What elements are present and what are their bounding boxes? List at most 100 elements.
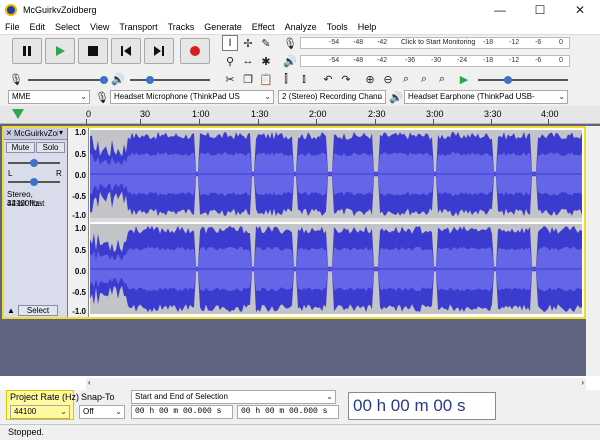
ruler-label: 0.5 [74, 246, 86, 255]
play-at-speed-icon[interactable]: ▶ [456, 71, 472, 87]
menu-generate[interactable]: Generate [199, 22, 247, 32]
vertical-ruler: 1.0 0.5 0.0 -0.5 -1.0 1.0 0.5 0.0 -0.5 -… [68, 128, 89, 317]
audio-position-display[interactable]: 00 h 00 m 00 s [348, 392, 496, 420]
selection-tool-icon[interactable]: I [222, 35, 238, 51]
playback-meter[interactable]: -54 -48 -42 -36 -30 -24 -18 -12 -6 0 [300, 55, 570, 67]
recording-device-mic-icon: 🎙 [95, 91, 109, 104]
time-shift-tool-icon[interactable]: ↔ [240, 53, 256, 69]
close-button[interactable]: ✕ [560, 0, 600, 20]
menu-tools[interactable]: Tools [322, 22, 353, 32]
timeline-ruler[interactable]: 0 30 1:00 1:30 2:00 2:30 3:00 3:30 4:00 [0, 106, 600, 124]
menu-bar: File Edit Select View Transport Tracks G… [0, 20, 600, 34]
audio-track[interactable]: × McGuirkvZoi ▾ Mute Solo L R Stereo, 44… [2, 126, 586, 319]
meter-tick: 0 [559, 39, 563, 46]
solo-button[interactable]: Solo [36, 142, 65, 153]
trim-audio-icon[interactable]: ⫿ [278, 71, 294, 87]
horizontal-scrollbar[interactable]: ‹ › [86, 378, 586, 390]
project-rate-select[interactable]: 44100 ⌄ [10, 405, 70, 419]
ruler-label: 1.0 [74, 224, 86, 233]
play-at-speed-slider[interactable] [478, 76, 568, 84]
envelope-tool-icon[interactable]: ✢ [240, 35, 256, 51]
play-head-icon[interactable] [12, 109, 24, 119]
track-close-icon[interactable]: × [6, 128, 12, 139]
menu-tracks[interactable]: Tracks [163, 22, 200, 32]
menu-edit[interactable]: Edit [25, 22, 51, 32]
record-meter-mic-icon[interactable]: 🎙 [282, 35, 298, 51]
skip-to-start-button[interactable] [111, 38, 141, 64]
track-name-menu[interactable]: McGuirkvZoi [14, 129, 58, 138]
fit-project-icon[interactable]: ⌕ [416, 71, 432, 87]
silence-audio-icon[interactable]: ⫾ [296, 71, 312, 87]
menu-transport[interactable]: Transport [114, 22, 162, 32]
paste-icon[interactable]: 📋 [258, 71, 274, 87]
fit-selection-icon[interactable]: ⌕ [398, 71, 414, 87]
meter-tick: -48 [353, 39, 364, 46]
skip-to-end-button[interactable] [144, 38, 174, 64]
cut-icon[interactable]: ✂ [222, 71, 238, 87]
timeline-label: 4:00 [541, 109, 559, 119]
menu-effect[interactable]: Effect [247, 22, 280, 32]
menu-select[interactable]: Select [50, 22, 85, 32]
zoom-toggle-icon[interactable]: ⌕ [434, 71, 450, 87]
skip-start-icon [121, 46, 131, 56]
ruler-label: -0.5 [72, 288, 86, 297]
audio-host-select[interactable]: MME ⌄ [8, 90, 90, 104]
meter-tick: -12 [509, 39, 520, 46]
pause-button[interactable] [12, 38, 42, 64]
undo-icon[interactable]: ↶ [320, 71, 336, 87]
playback-meter-speaker-icon[interactable]: 🔊 [282, 53, 298, 69]
multi-tool-icon[interactable]: ✱ [258, 53, 274, 69]
selection-start-time[interactable]: 00 h 00 m 00.000 s [131, 405, 233, 419]
record-button[interactable] [180, 38, 210, 64]
pan-left-label: L [8, 169, 13, 178]
menu-view[interactable]: View [85, 22, 114, 32]
gain-slider[interactable] [8, 159, 60, 167]
ruler-label: 0.0 [74, 267, 86, 276]
recording-channels-select[interactable]: 2 (Stereo) Recording Chann ⌄ [278, 90, 386, 104]
select-track-button[interactable]: Select [18, 305, 58, 316]
stop-button[interactable] [78, 38, 108, 64]
meter-tick: -6 [535, 39, 542, 46]
playback-volume-slider[interactable] [130, 76, 210, 84]
selection-mode-select[interactable]: Start and End of Selection ⌄ [131, 390, 336, 404]
waveform-left-svg [90, 131, 582, 217]
vertical-scrollbar[interactable] [586, 126, 600, 376]
window-title: McGuirkvZoidberg [23, 5, 97, 15]
project-rate-label: Project Rate (Hz) [10, 392, 80, 402]
status-bar: Stopped. [0, 424, 600, 440]
menu-help[interactable]: Help [353, 22, 382, 32]
zoom-out-icon[interactable]: ⊖ [380, 71, 396, 87]
waveform-right-channel[interactable] [90, 224, 582, 314]
zoom-in-icon[interactable]: ⊕ [362, 71, 378, 87]
track-menu-arrow-icon[interactable]: ▾ [59, 128, 63, 137]
menu-file[interactable]: File [0, 22, 25, 32]
timeline-label: 1:00 [192, 109, 210, 119]
close-icon: ✕ [574, 3, 586, 17]
redo-icon[interactable]: ↷ [338, 71, 354, 87]
menu-analyze[interactable]: Analyze [280, 22, 322, 32]
timeline-label: 1:30 [251, 109, 269, 119]
title-bar: McGuirkvZoidberg — ☐ ✕ [0, 0, 600, 20]
record-meter[interactable]: -54 -48 -42 Click to Start Monitoring -1… [300, 37, 570, 49]
recording-volume-slider[interactable] [28, 76, 108, 84]
draw-tool-icon[interactable]: ✎ [258, 35, 274, 51]
pan-slider[interactable] [8, 178, 60, 186]
minimize-button[interactable]: — [480, 0, 520, 20]
meter-tick: -18 [483, 57, 494, 64]
selection-toolbar: Project Rate (Hz) 44100 ⌄ Snap-To Off ⌄ St… [0, 390, 600, 424]
copy-icon[interactable]: ❐ [240, 71, 256, 87]
collapse-arrow-icon[interactable]: ▲ [7, 306, 15, 315]
recording-volume-mic-icon: 🎙 [9, 73, 23, 86]
meter-tick: -6 [535, 57, 542, 64]
selection-end-time[interactable]: 00 h 00 m 00.000 s [237, 405, 339, 419]
play-button[interactable] [45, 38, 75, 64]
timeline-label: 30 [140, 109, 151, 119]
track-control-panel: × McGuirkvZoi ▾ Mute Solo L R Stereo, 44… [4, 128, 68, 317]
playback-device-select[interactable]: Headset Earphone (ThinkPad USB- ⌄ [404, 90, 568, 104]
zoom-tool-icon[interactable]: ⚲ [222, 53, 238, 69]
snap-to-select[interactable]: Off ⌄ [79, 405, 125, 419]
mute-button[interactable]: Mute [6, 142, 35, 153]
maximize-button[interactable]: ☐ [520, 0, 560, 20]
waveform-left-channel[interactable] [90, 130, 582, 218]
recording-device-select[interactable]: Headset Microphone (ThinkPad US ⌄ [110, 90, 274, 104]
